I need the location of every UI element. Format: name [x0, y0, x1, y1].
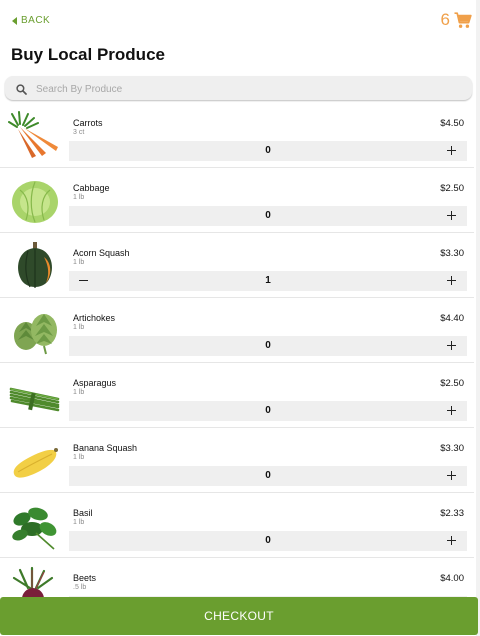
quantity-stepper: 0	[69, 141, 467, 161]
quantity-value: 0	[265, 470, 271, 481]
product-price: $4.40	[440, 313, 464, 324]
plus-icon[interactable]	[441, 401, 463, 421]
search-input[interactable]	[34, 79, 458, 99]
list-item: Beets .5 lb $4.00 0	[0, 558, 474, 598]
product-price: $2.50	[440, 183, 464, 194]
quantity-stepper: 0	[69, 466, 467, 486]
product-price: $2.50	[440, 378, 464, 389]
product-name: Cabbage	[73, 183, 110, 193]
list-item: Acorn Squash 1 lb $3.30 1	[0, 233, 474, 298]
asparagus-image	[8, 371, 62, 421]
cart-button[interactable]: 6	[441, 10, 472, 30]
product-price: $3.30	[440, 248, 464, 259]
list-item: Cabbage 1 lb $2.50 0	[0, 168, 474, 233]
product-unit: 1 lb	[73, 259, 85, 266]
top-bar: BACK 6	[0, 0, 480, 42]
product-price: $4.00	[440, 573, 464, 584]
product-unit: 1 lb	[73, 454, 85, 461]
product-name: Asparagus	[73, 378, 117, 388]
search-icon	[16, 82, 27, 100]
cabbage-image	[8, 176, 62, 226]
product-list[interactable]: Carrots 3 ct $4.50 0 Cabbage 1 lb $2.50 …	[0, 103, 480, 598]
acorn-squash-image	[8, 241, 62, 291]
basil-image	[8, 501, 62, 551]
product-name: Basil	[73, 508, 93, 518]
product-name: Beets	[73, 573, 97, 583]
plus-icon[interactable]	[441, 531, 463, 551]
chevron-left-icon	[12, 16, 17, 25]
quantity-value: 0	[265, 210, 271, 221]
plus-icon[interactable]	[441, 206, 463, 226]
product-unit: .5 lb	[73, 584, 87, 591]
checkout-button[interactable]: CHECKOUT	[0, 597, 478, 635]
quantity-value: 0	[265, 405, 271, 416]
plus-icon[interactable]	[441, 336, 463, 356]
product-name: Banana Squash	[73, 443, 138, 453]
carrots-image	[8, 111, 62, 161]
beets-image	[8, 566, 62, 598]
list-item: Banana Squash 1 lb $3.30 0	[0, 428, 474, 493]
quantity-stepper: 0	[69, 401, 467, 421]
quantity-value: 0	[265, 340, 271, 351]
plus-icon[interactable]	[441, 466, 463, 486]
product-unit: 1 lb	[73, 519, 85, 526]
search-bar[interactable]	[5, 76, 472, 100]
quantity-stepper: 0	[69, 531, 467, 551]
quantity-value: 1	[265, 275, 271, 286]
artichokes-image	[8, 306, 62, 356]
banana-squash-image	[8, 436, 62, 486]
product-name: Carrots	[73, 118, 103, 128]
list-item: Asparagus 1 lb $2.50 0	[0, 363, 474, 428]
quantity-stepper: 0	[69, 336, 467, 356]
quantity-value: 0	[265, 145, 271, 156]
page-title: Buy Local Produce	[11, 45, 165, 64]
plus-icon[interactable]	[441, 141, 463, 161]
product-price: $2.33	[440, 508, 464, 519]
plus-icon[interactable]	[441, 271, 463, 291]
product-name: Artichokes	[73, 313, 116, 323]
product-name: Acorn Squash	[73, 248, 130, 258]
product-unit: 1 lb	[73, 194, 85, 201]
list-item: Carrots 3 ct $4.50 0	[0, 103, 474, 168]
quantity-stepper: 1	[69, 271, 467, 291]
product-unit: 3 ct	[73, 129, 85, 136]
product-price: $3.30	[440, 443, 464, 454]
quantity-value: 0	[265, 535, 271, 546]
back-label: BACK	[21, 15, 51, 26]
list-item: Basil 1 lb $2.33 0	[0, 493, 474, 558]
back-button[interactable]: BACK	[12, 15, 50, 26]
cart-count: 6	[440, 10, 450, 29]
quantity-stepper: 0	[69, 206, 467, 226]
product-price: $4.50	[440, 118, 464, 129]
product-unit: 1 lb	[73, 389, 85, 396]
cart-icon	[454, 11, 472, 29]
product-unit: 1 lb	[73, 324, 85, 331]
list-item: Artichokes 1 lb $4.40 0	[0, 298, 474, 363]
